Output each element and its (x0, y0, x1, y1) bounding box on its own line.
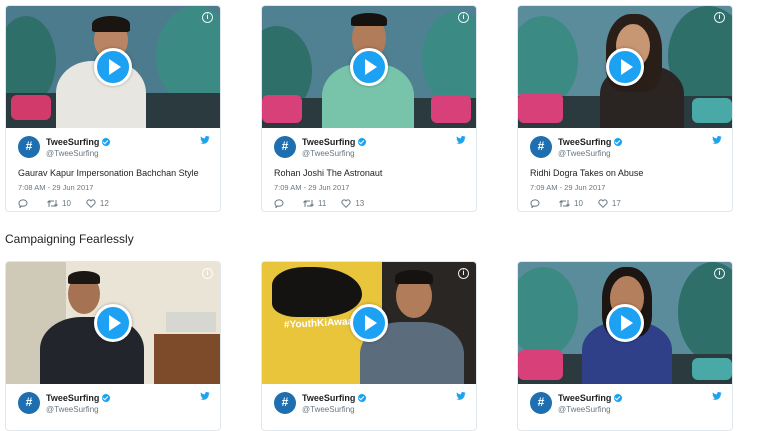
twitter-bird-icon[interactable] (200, 392, 210, 400)
tweet-timestamp[interactable]: 7:09 AM - 29 Jun 2017 (274, 183, 464, 192)
tweet-timestamp[interactable]: 7:08 AM - 29 Jun 2017 (18, 183, 208, 192)
retweet-button[interactable]: 10 (559, 199, 583, 208)
tweet-author[interactable]: TweeSurfing @TweeSurfing (18, 391, 208, 415)
tweet-text: Gaurav Kapur Impersonation Bachchan Styl… (18, 168, 199, 178)
play-icon[interactable] (350, 48, 388, 86)
info-icon[interactable]: i (714, 12, 725, 23)
play-icon[interactable] (606, 304, 644, 342)
tweet-card-3: i TweeSurfing @TweeSurfing Ridhi Dogra T… (517, 5, 733, 212)
retweet-icon (47, 200, 58, 207)
info-icon[interactable]: i (714, 268, 725, 279)
retweet-button[interactable]: 10 (47, 199, 71, 208)
video-thumbnail[interactable]: i (518, 6, 732, 128)
author-name[interactable]: TweeSurfing (302, 137, 355, 147)
author-name[interactable]: TweeSurfing (302, 393, 355, 403)
author-name[interactable]: TweeSurfing (46, 137, 99, 147)
tweet-timestamp[interactable]: 7:09 AM - 29 Jun 2017 (530, 183, 720, 192)
author-name[interactable]: TweeSurfing (558, 137, 611, 147)
retweet-icon (559, 200, 570, 207)
retweet-count: 10 (574, 199, 583, 208)
author-name[interactable]: TweeSurfing (46, 393, 99, 403)
like-count: 13 (355, 199, 365, 208)
verified-icon (102, 394, 111, 402)
heart-icon (598, 199, 608, 208)
twitter-bird-icon[interactable] (456, 392, 466, 400)
tweet-card-5: #YouthKiAwaaz i TweeSurfing @TweeSurfing (261, 261, 477, 431)
avatar[interactable] (274, 392, 296, 414)
author-handle[interactable]: @TweeSurfing (302, 148, 366, 159)
video-thumbnail[interactable]: i (518, 262, 732, 384)
video-thumbnail[interactable]: i (6, 6, 220, 128)
reply-button[interactable] (530, 199, 544, 208)
tweet-text: Rohan Joshi The Astronaut (274, 168, 383, 178)
retweet-count: 10 (62, 199, 71, 208)
reply-icon (274, 199, 284, 208)
reply-icon (530, 199, 540, 208)
author-handle[interactable]: @TweeSurfing (302, 404, 366, 415)
play-icon[interactable] (350, 304, 388, 342)
avatar[interactable] (530, 136, 552, 158)
video-thumbnail[interactable]: i (262, 6, 476, 128)
reply-button[interactable] (18, 199, 32, 208)
video-thumbnail[interactable]: #YouthKiAwaaz i (262, 262, 476, 384)
author-name[interactable]: TweeSurfing (558, 393, 611, 403)
like-button[interactable]: 13 (341, 199, 364, 208)
verified-icon (614, 394, 623, 402)
tweet-author[interactable]: TweeSurfing @TweeSurfing (18, 135, 208, 159)
twitter-bird-icon[interactable] (456, 136, 466, 144)
twitter-bird-icon[interactable] (712, 136, 722, 144)
retweet-count: 11 (318, 199, 327, 208)
info-icon[interactable]: i (202, 12, 213, 23)
retweet-button[interactable]: 11 (303, 199, 326, 208)
author-handle[interactable]: @TweeSurfing (46, 404, 110, 415)
info-icon[interactable]: i (458, 12, 469, 23)
tweet-card-6: i TweeSurfing @TweeSurfing (517, 261, 733, 431)
heart-icon (86, 199, 96, 208)
reply-button[interactable] (274, 199, 288, 208)
video-thumbnail[interactable]: i (6, 262, 220, 384)
like-button[interactable]: 12 (86, 199, 109, 208)
author-handle[interactable]: @TweeSurfing (558, 148, 622, 159)
tweet-author[interactable]: TweeSurfing @TweeSurfing (274, 391, 464, 415)
verified-icon (614, 138, 623, 146)
tweet-text: Ridhi Dogra Takes on Abuse (530, 168, 644, 178)
avatar[interactable] (274, 136, 296, 158)
heart-icon (341, 199, 351, 208)
like-count: 17 (611, 199, 621, 208)
info-icon[interactable]: i (202, 268, 213, 279)
author-handle[interactable]: @TweeSurfing (46, 148, 110, 159)
twitter-bird-icon[interactable] (200, 136, 210, 144)
info-icon[interactable]: i (458, 268, 469, 279)
like-button[interactable]: 17 (598, 199, 621, 208)
play-icon[interactable] (94, 304, 132, 342)
tweet-card-2: i TweeSurfing @TweeSurfing Rohan Joshi T… (261, 5, 477, 212)
verified-icon (358, 138, 367, 146)
tweet-author[interactable]: TweeSurfing @TweeSurfing (530, 135, 720, 159)
reply-icon (18, 199, 28, 208)
tweet-card-1: i TweeSurfing @TweeSurfing Gaurav Kapur … (5, 5, 221, 212)
play-icon[interactable] (94, 48, 132, 86)
play-icon[interactable] (606, 48, 644, 86)
tweet-author[interactable]: TweeSurfing @TweeSurfing (530, 391, 720, 415)
like-count: 12 (99, 199, 109, 208)
section-heading: Campaigning Fearlessly (5, 232, 134, 246)
author-handle[interactable]: @TweeSurfing (558, 404, 622, 415)
retweet-icon (303, 200, 314, 207)
avatar[interactable] (18, 136, 40, 158)
verified-icon (358, 394, 367, 402)
avatar[interactable] (18, 392, 40, 414)
avatar[interactable] (530, 392, 552, 414)
tweet-author[interactable]: TweeSurfing @TweeSurfing (274, 135, 464, 159)
verified-icon (102, 138, 111, 146)
twitter-bird-icon[interactable] (712, 392, 722, 400)
tweet-card-4: i TweeSurfing @TweeSurfing (5, 261, 221, 431)
